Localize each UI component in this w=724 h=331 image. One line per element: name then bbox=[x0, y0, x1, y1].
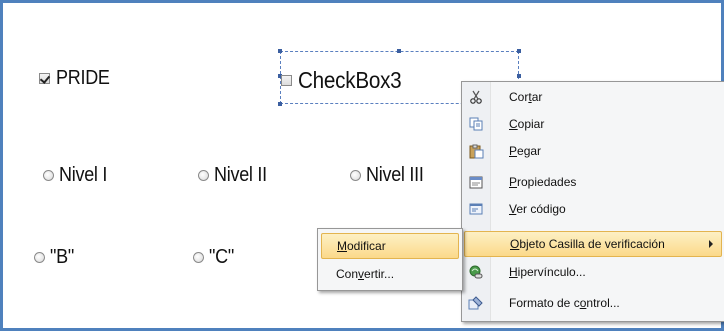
submenu-arrow-icon bbox=[709, 240, 713, 248]
submenu: Modificar Convertir... bbox=[317, 228, 463, 291]
resize-handle[interactable] bbox=[278, 49, 282, 53]
radio-icon[interactable] bbox=[350, 169, 361, 181]
menu-item-pegar[interactable]: Pegar bbox=[464, 138, 722, 164]
menu-item-copiar[interactable]: Copiar bbox=[464, 111, 722, 137]
checkbox3-label: CheckBox3 bbox=[298, 66, 402, 93]
copy-icon bbox=[468, 116, 484, 132]
submenu-item-convertir[interactable]: Convertir... bbox=[321, 261, 459, 287]
resize-handle[interactable] bbox=[517, 49, 521, 53]
menu-item-label: Cortar bbox=[509, 90, 543, 104]
nivel-3-label: Nivel III bbox=[366, 163, 424, 186]
c-label: "C" bbox=[209, 245, 234, 268]
menu-item-propiedades[interactable]: Propiedades bbox=[464, 169, 722, 195]
pride-label: PRIDE bbox=[56, 66, 110, 89]
resize-handle[interactable] bbox=[278, 102, 282, 106]
radio-icon[interactable] bbox=[34, 251, 45, 263]
nivel-1-radio[interactable]: Nivel I bbox=[43, 163, 112, 187]
submenu-item-modificar[interactable]: Modificar bbox=[321, 233, 459, 259]
resize-handle[interactable] bbox=[517, 74, 521, 78]
menu-item-label: Formato de control... bbox=[509, 296, 620, 310]
checkbox-unchecked-icon[interactable] bbox=[281, 74, 292, 86]
format-control-icon bbox=[468, 295, 484, 311]
menu-item-ver-codigo[interactable]: Ver código bbox=[464, 196, 722, 222]
nivel-2-radio[interactable]: Nivel II bbox=[198, 163, 273, 187]
menu-item-hipervinculo[interactable]: Hipervínculo... bbox=[464, 259, 722, 285]
menu-item-label: Pegar bbox=[509, 144, 542, 158]
properties-icon bbox=[468, 174, 484, 190]
b-radio[interactable]: "B" bbox=[34, 245, 77, 269]
nivel-2-label: Nivel II bbox=[214, 163, 267, 186]
radio-icon[interactable] bbox=[193, 251, 204, 263]
b-label: "B" bbox=[50, 245, 74, 268]
radio-icon[interactable] bbox=[198, 169, 209, 181]
c-radio[interactable]: "C" bbox=[193, 245, 237, 269]
nivel-1-label: Nivel I bbox=[59, 163, 108, 186]
menu-item-label: Objeto Casilla de verificación bbox=[510, 237, 665, 251]
menu-item-label: Modificar bbox=[337, 239, 386, 253]
context-menu: Cortar Copiar Pegar Propiedades Ver códi… bbox=[461, 81, 724, 322]
menu-item-label: Convertir... bbox=[336, 267, 395, 281]
checkbox-checked-icon[interactable] bbox=[39, 72, 50, 84]
menu-item-formato-control[interactable]: Formato de control... bbox=[464, 290, 722, 316]
checkbox3-checkbox[interactable]: CheckBox3 bbox=[281, 67, 413, 93]
scissors-icon bbox=[468, 89, 484, 105]
menu-item-cortar[interactable]: Cortar bbox=[464, 84, 722, 110]
menu-item-label: Copiar bbox=[509, 117, 545, 131]
menu-item-label: Ver código bbox=[509, 202, 566, 216]
radio-icon[interactable] bbox=[43, 169, 54, 181]
menu-item-objeto-casilla[interactable]: Objeto Casilla de verificación bbox=[464, 231, 722, 257]
pride-checkbox[interactable]: PRIDE bbox=[39, 66, 116, 90]
paste-icon bbox=[468, 143, 484, 159]
view-code-icon bbox=[468, 201, 484, 217]
menu-item-label: Propiedades bbox=[509, 175, 577, 189]
nivel-3-radio[interactable]: Nivel III bbox=[350, 163, 430, 187]
hyperlink-icon bbox=[468, 264, 484, 280]
resize-handle[interactable] bbox=[397, 49, 401, 53]
menu-item-label: Hipervínculo... bbox=[509, 265, 586, 279]
